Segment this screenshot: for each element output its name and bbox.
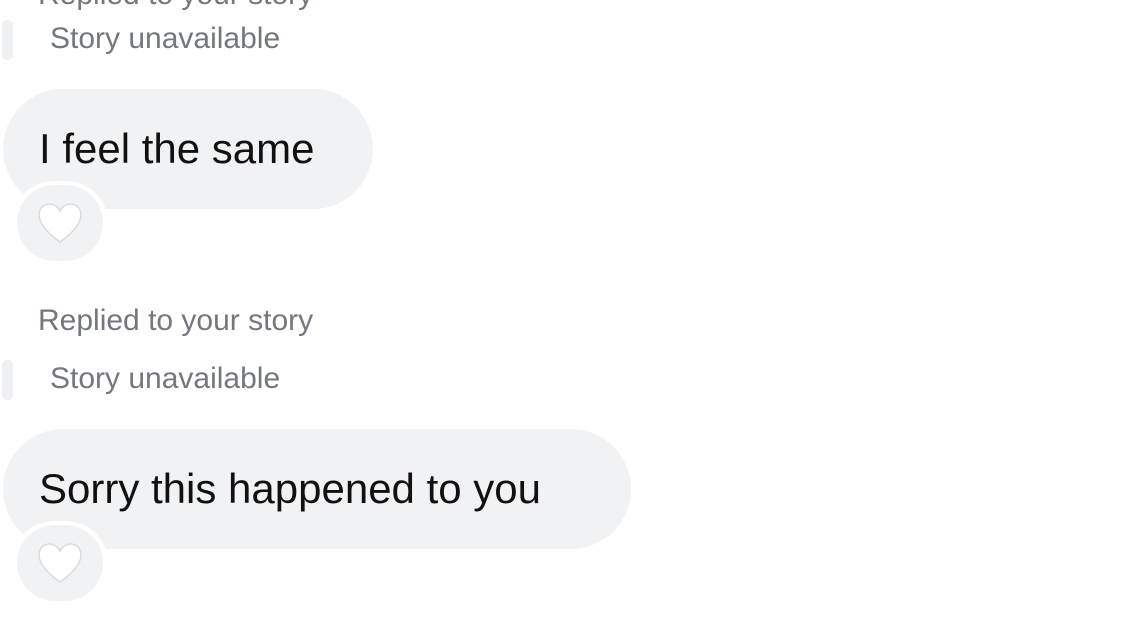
story-unavailable-label: Story unavailable <box>50 22 281 55</box>
story-quote-bar <box>2 20 13 60</box>
story-reference[interactable]: Story unavailable <box>0 18 340 64</box>
reaction-badge[interactable] <box>12 521 108 605</box>
story-quote-bar <box>2 360 13 400</box>
white-heart-icon <box>38 543 82 583</box>
message-text: I feel the same <box>39 125 315 172</box>
story-reference[interactable]: Story unavailable <box>0 358 340 404</box>
story-unavailable-label: Story unavailable <box>50 362 281 395</box>
message-text: Sorry this happened to you <box>39 465 541 512</box>
white-heart-icon <box>38 203 82 243</box>
message-bubble[interactable]: Sorry this happened to you <box>3 429 631 549</box>
reaction-badge[interactable] <box>12 181 108 265</box>
replied-to-story-label: Replied to your story <box>38 304 314 337</box>
replied-to-story-label-clipped: Replied to your story <box>38 0 313 12</box>
